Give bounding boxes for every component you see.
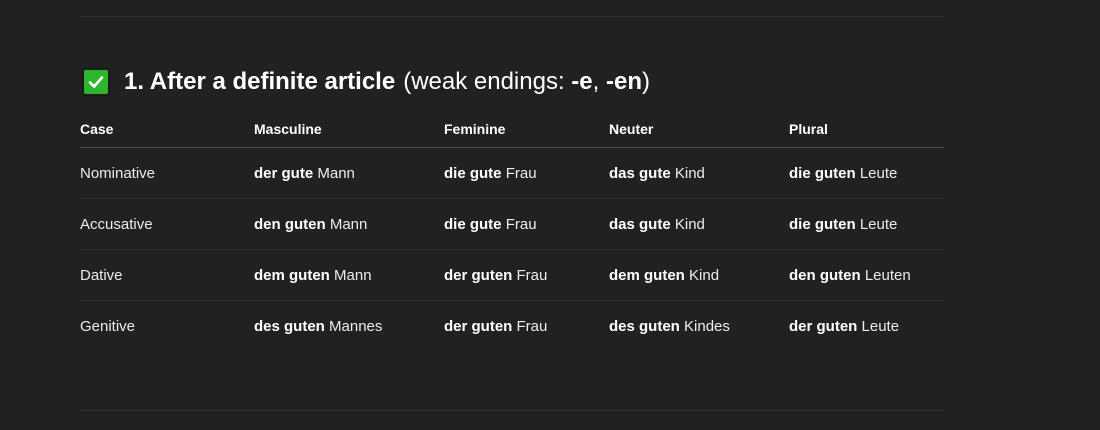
case-cell: Dative <box>80 249 254 301</box>
heading-close: ) <box>641 68 650 95</box>
masculine-cell: der gute Mann <box>254 147 444 199</box>
article-adjective: den guten <box>254 215 326 233</box>
case-cell: Genitive <box>80 317 136 335</box>
noun: Mann <box>334 266 372 284</box>
heading-subtitle: (weak endings: -e, -en) <box>403 68 650 96</box>
article-adjective: die guten <box>789 215 856 233</box>
article-adjective: das gute <box>609 215 671 233</box>
ending-e: -e <box>571 68 593 95</box>
noun: Kind <box>674 215 705 233</box>
noun: Kind <box>689 266 720 284</box>
plural-cell: die guten Leute <box>789 198 944 250</box>
section-heading: 1. After a definite article (weak ending… <box>82 64 650 100</box>
neuter-cell: das gute Kind <box>609 198 789 250</box>
article-adjective: der guten <box>789 317 858 335</box>
masculine-cell: des guten Mannes <box>254 301 444 352</box>
noun: Frau <box>505 164 537 182</box>
heading-title: 1. After a definite article <box>124 68 396 95</box>
noun: Mann <box>317 164 355 182</box>
plural-cell: der guten Leute <box>789 301 944 352</box>
page: 1. After a definite article (weak ending… <box>0 0 1100 430</box>
noun: Kind <box>674 164 705 182</box>
noun: Mann <box>329 215 368 233</box>
article-adjective: des guten <box>609 317 680 335</box>
table-row: Accusative den guten Mann die gute Frau … <box>80 198 944 250</box>
article-adjective: den guten <box>789 266 861 284</box>
article-adjective: die guten <box>789 164 856 182</box>
header-plural: Plural <box>789 110 944 148</box>
ending-en: -en <box>605 68 642 95</box>
heading-sep: , <box>592 68 606 95</box>
article-adjective: der guten <box>444 266 513 284</box>
check-mark-icon <box>82 68 110 96</box>
masculine-cell: dem guten Mann <box>254 249 444 301</box>
article-adjective: der gute <box>254 164 314 182</box>
noun: Frau <box>505 215 537 233</box>
header-case: Case <box>80 110 254 148</box>
table-row: Genitive des guten Mannes der guten Frau… <box>80 301 944 352</box>
header-neuter: Neuter <box>609 110 789 148</box>
neuter-cell: das gute Kind <box>609 147 789 199</box>
noun: Mannes <box>329 317 383 335</box>
bottom-divider <box>80 410 944 411</box>
plural-cell: die guten Leute <box>789 147 944 199</box>
feminine-cell: der guten Frau <box>444 249 609 301</box>
table-header-row: Case Masculine Feminine Neuter Plural <box>80 110 944 148</box>
noun: Leute <box>861 317 900 335</box>
article-adjective: die gute <box>444 164 502 182</box>
plural-cell: den guten Leuten <box>789 249 944 301</box>
article-adjective: die gute <box>444 215 502 233</box>
neuter-cell: dem guten Kind <box>609 249 789 301</box>
article-adjective: dem guten <box>254 266 330 284</box>
masculine-cell: den guten Mann <box>254 198 444 250</box>
heading-open: (weak endings: <box>403 68 572 95</box>
table-row: Nominative der gute Mann die gute Frau d… <box>80 147 944 199</box>
noun: Leute <box>859 164 898 182</box>
case-cell: Accusative <box>80 198 254 250</box>
check-mark-glyph <box>88 76 104 88</box>
feminine-cell: die gute Frau <box>444 147 609 199</box>
feminine-cell: der guten Frau <box>444 301 609 352</box>
noun: Leuten <box>864 266 911 284</box>
noun: Frau <box>516 317 548 335</box>
top-divider <box>80 16 944 17</box>
header-masculine: Masculine <box>254 110 444 148</box>
article-adjective: der guten <box>444 317 513 335</box>
article-adjective: das gute <box>609 164 671 182</box>
case-cell: Nominative <box>80 147 254 199</box>
feminine-cell: die gute Frau <box>444 198 609 250</box>
declension-table: Case Masculine Feminine Neuter Plural No… <box>80 110 944 351</box>
article-adjective: des guten <box>254 317 325 335</box>
noun: Frau <box>516 266 548 284</box>
noun: Kindes <box>684 317 730 335</box>
noun: Leute <box>859 215 898 233</box>
article-adjective: dem guten <box>609 266 685 284</box>
header-feminine: Feminine <box>444 110 609 148</box>
neuter-cell: des guten Kindes <box>609 301 789 352</box>
table-row: Dative dem guten Mann der guten Frau dem… <box>80 249 944 301</box>
